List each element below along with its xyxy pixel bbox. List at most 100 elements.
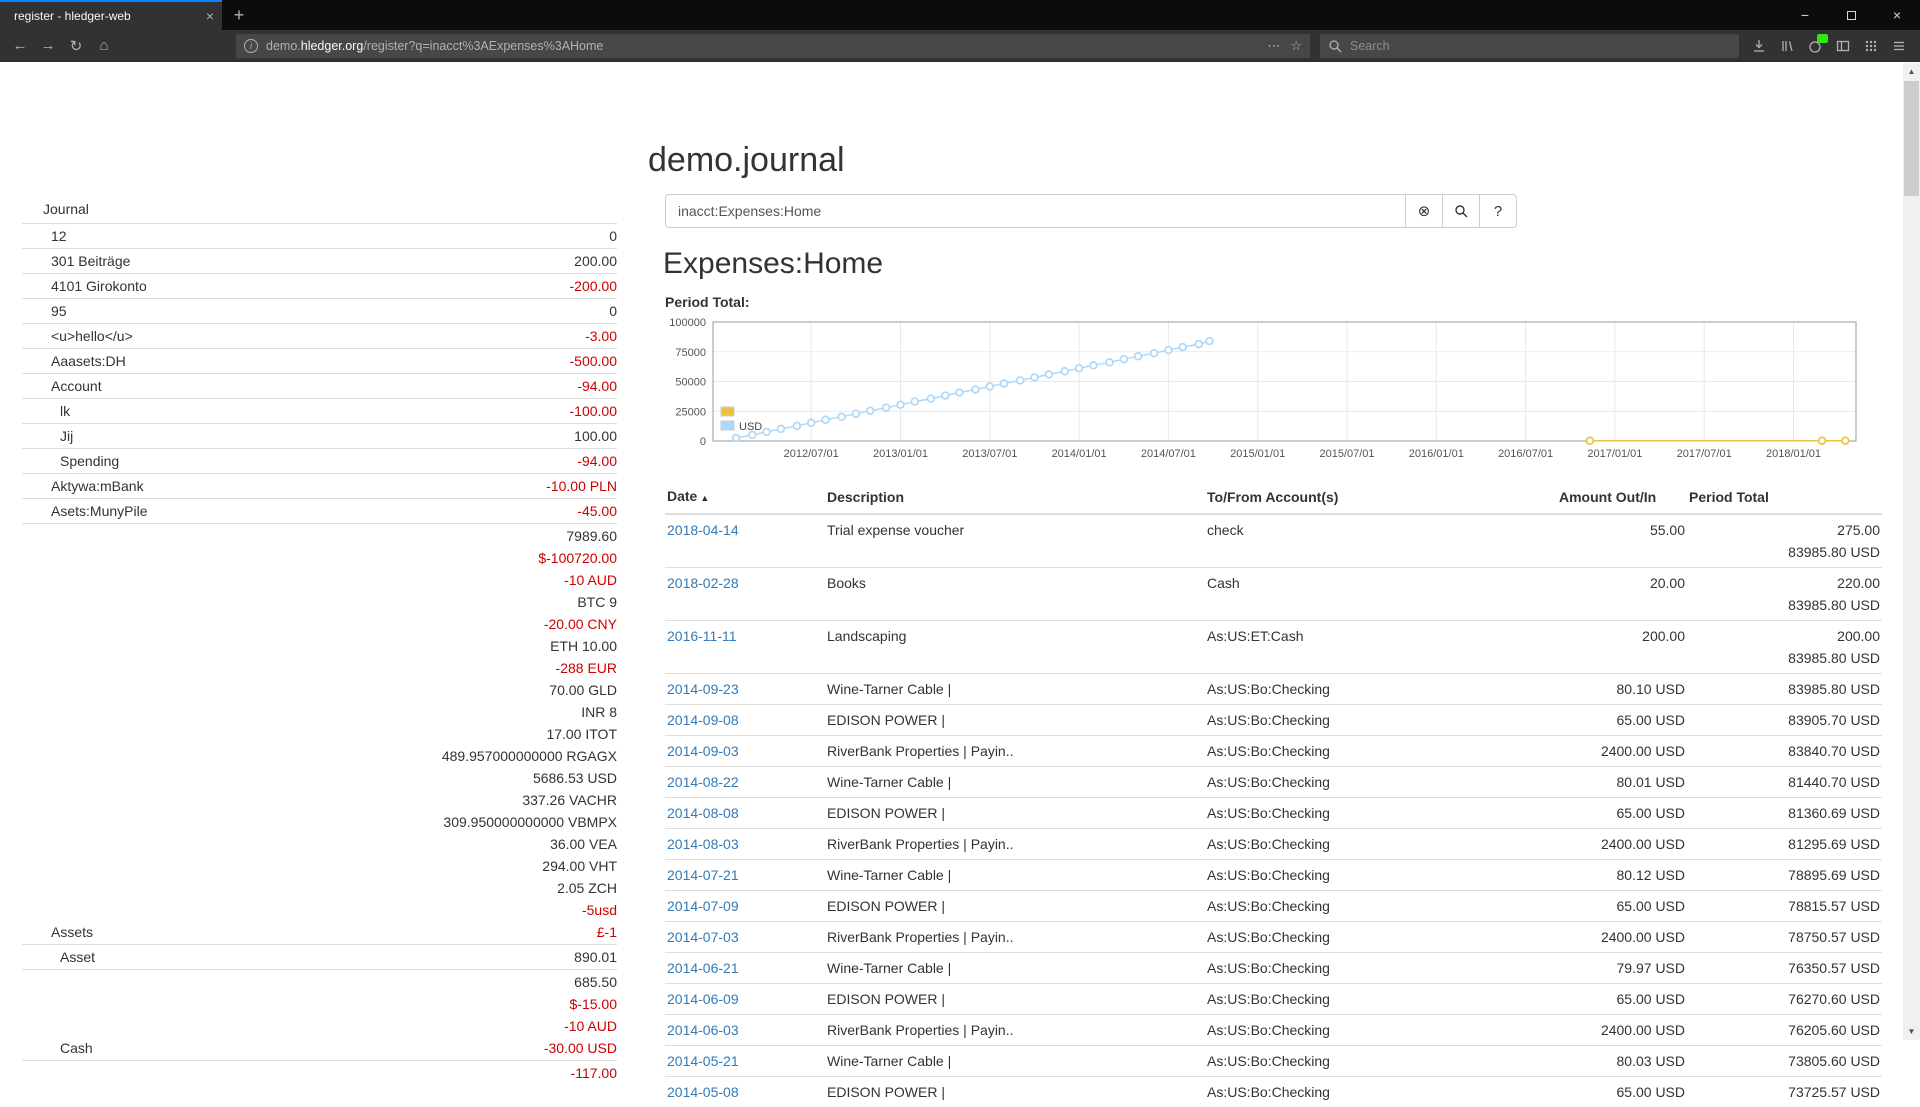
register-date-link[interactable]: 2014-09-23: [667, 681, 739, 697]
library-button[interactable]: [1775, 34, 1799, 58]
page-title: demo.journal: [648, 141, 845, 180]
svg-text:2016/01/01: 2016/01/01: [1409, 448, 1464, 460]
register-date-link[interactable]: 2014-07-09: [667, 898, 739, 914]
register-row: 2014-09-03RiverBank Properties | Payin..…: [665, 736, 1882, 767]
menu-button[interactable]: [1887, 34, 1911, 58]
register-date-link[interactable]: 2014-09-03: [667, 743, 739, 759]
sidebar-account-link[interactable]: Account: [22, 375, 102, 397]
sidebar-toggle-button[interactable]: [1831, 34, 1855, 58]
col-account[interactable]: To/From Account(s): [1205, 481, 1557, 514]
scroll-down-icon[interactable]: ▼: [1903, 1023, 1920, 1040]
browser-search-bar[interactable]: Search: [1320, 34, 1739, 58]
register-date-link[interactable]: 2014-05-21: [667, 1053, 739, 1069]
bookmark-star-icon[interactable]: ☆: [1290, 38, 1302, 54]
svg-text:100000: 100000: [669, 317, 706, 329]
col-description[interactable]: Description: [825, 481, 1205, 514]
scrollbar-thumb[interactable]: [1904, 81, 1919, 196]
sidebar-account-link[interactable]: 12: [22, 225, 67, 247]
sidebar-account-link[interactable]: Asets:MunyPile: [22, 500, 147, 522]
col-date[interactable]: Date▲: [665, 481, 825, 514]
sidebar-account-link[interactable]: Aaasets:DH: [22, 350, 126, 372]
register-date-link[interactable]: 2014-09-08: [667, 712, 739, 728]
reload-button[interactable]: ↻: [62, 33, 90, 59]
site-info-icon[interactable]: i: [244, 39, 258, 53]
page-actions-icon[interactable]: ⋯: [1267, 38, 1280, 54]
register-date-link[interactable]: 2014-06-03: [667, 1022, 739, 1038]
back-button[interactable]: ←: [6, 33, 34, 59]
query-input[interactable]: [665, 194, 1406, 228]
svg-text:2013/01/01: 2013/01/01: [873, 448, 928, 460]
sidebar-account-link[interactable]: <u>hello</u>: [22, 325, 133, 347]
register-date-link[interactable]: 2014-08-03: [667, 836, 739, 852]
svg-text:2012/07/01: 2012/07/01: [784, 448, 839, 460]
browser-tab[interactable]: register - hledger-web ×: [0, 0, 222, 30]
sidebar-account-balance: 890.01: [574, 946, 617, 968]
register-header-row: Date▲ Description To/From Account(s) Amo…: [665, 481, 1882, 514]
sort-asc-icon: ▲: [700, 493, 709, 503]
sidebar-journal-link[interactable]: Journal: [22, 197, 617, 223]
url-bar[interactable]: i demo.hledger.org/register?q=inacct%3AE…: [236, 34, 1310, 58]
query-search-button[interactable]: [1442, 194, 1480, 228]
sidebar-account-link[interactable]: Spending: [22, 450, 119, 472]
register-date-link[interactable]: 2014-06-21: [667, 960, 739, 976]
query-help-button[interactable]: ?: [1479, 194, 1517, 228]
extension-badge: [1817, 34, 1828, 43]
query-form: ⊗ ?: [665, 194, 1517, 228]
col-amount[interactable]: Amount Out/In: [1557, 481, 1687, 514]
tab-title: register - hledger-web: [14, 9, 198, 23]
sidebar-account-link[interactable]: Aktywa:mBank: [22, 475, 144, 497]
sidebar-account-balance: -10.00 PLN: [546, 475, 617, 497]
register-row: 2014-06-09EDISON POWER |As:US:Bo:Checkin…: [665, 984, 1882, 1015]
sidebar-account-balance: -45.00: [577, 500, 617, 522]
register-date-link[interactable]: 2014-08-22: [667, 774, 739, 790]
register-date-link[interactable]: 2014-07-03: [667, 929, 739, 945]
apps-grid-button[interactable]: [1859, 34, 1883, 58]
sidebar-account-balance: 100.00: [574, 425, 617, 447]
sidebar-row: 950: [22, 298, 617, 323]
sidebar-row: Cash685.50$-15.00-10 AUD-30.00 USD: [22, 969, 617, 1060]
url-path: /register?q=inacct%3AExpenses%3AHome: [363, 39, 603, 53]
window-maximize-button[interactable]: [1828, 0, 1874, 30]
sidebar-account-link[interactable]: 301 Beiträge: [22, 250, 130, 272]
search-placeholder: Search: [1350, 39, 1390, 53]
sidebar-account-link[interactable]: 95: [22, 300, 67, 322]
page-scrollbar[interactable]: ▲ ▼: [1903, 63, 1920, 1040]
period-chart[interactable]: 2012/07/012013/01/012013/07/012014/01/01…: [665, 313, 1865, 463]
tab-close-icon[interactable]: ×: [206, 8, 214, 24]
sidebar-account-balance: -500.00: [570, 350, 617, 372]
sidebar-account-link[interactable]: 4101 Girokonto: [22, 275, 147, 297]
sidebar-row: Jij 100.00: [22, 423, 617, 448]
extension-button[interactable]: [1803, 34, 1827, 58]
sidebar-account-balance: -100.00: [570, 400, 617, 422]
forward-button[interactable]: →: [34, 33, 62, 59]
register-date-link[interactable]: 2014-07-21: [667, 867, 739, 883]
window-minimize-button[interactable]: −: [1782, 0, 1828, 30]
window-close-button[interactable]: ×: [1874, 0, 1920, 30]
register-date-link[interactable]: 2018-02-28: [667, 575, 739, 591]
new-tab-button[interactable]: +: [222, 0, 256, 30]
url-text: demo.hledger.org/register?q=inacct%3AExp…: [266, 39, 1261, 53]
sidebar-row: Spending -94.00: [22, 448, 617, 473]
query-clear-button[interactable]: ⊗: [1405, 194, 1443, 228]
sidebar-account-link[interactable]: lk: [22, 400, 70, 422]
scroll-up-icon[interactable]: ▲: [1903, 63, 1920, 80]
register-date-link[interactable]: 2014-06-09: [667, 991, 739, 1007]
sidebar-account-balance: -94.00: [577, 450, 617, 472]
sidebar-account-link[interactable]: Cash: [22, 1037, 93, 1059]
sidebar-row: 4101 Girokonto-200.00: [22, 273, 617, 298]
sidebar-row: -117.00: [22, 1060, 617, 1085]
sidebar-account-link[interactable]: Asset: [22, 946, 95, 968]
register-row: 2014-06-21Wine-Tarner Cable |As:US:Bo:Ch…: [665, 953, 1882, 984]
col-period-total[interactable]: Period Total: [1687, 481, 1882, 514]
register-date-link[interactable]: 2014-08-08: [667, 805, 739, 821]
register-date-link[interactable]: 2018-04-14: [667, 522, 739, 538]
sidebar-account-balance: 7989.60$-100720.00-10 AUDBTC 9-20.00 CNY…: [442, 525, 617, 943]
window-controls: − ×: [1782, 0, 1920, 30]
downloads-button[interactable]: [1747, 34, 1771, 58]
sidebar-account-link[interactable]: Assets: [22, 921, 93, 943]
sidebar-account-link[interactable]: Jij: [22, 425, 73, 447]
register-date-link[interactable]: 2014-05-08: [667, 1084, 739, 1100]
home-button[interactable]: ⌂: [90, 33, 118, 59]
sidebar-rows: 120301 Beiträge200.004101 Girokonto-200.…: [22, 223, 617, 1085]
register-date-link[interactable]: 2016-11-11: [667, 628, 737, 644]
